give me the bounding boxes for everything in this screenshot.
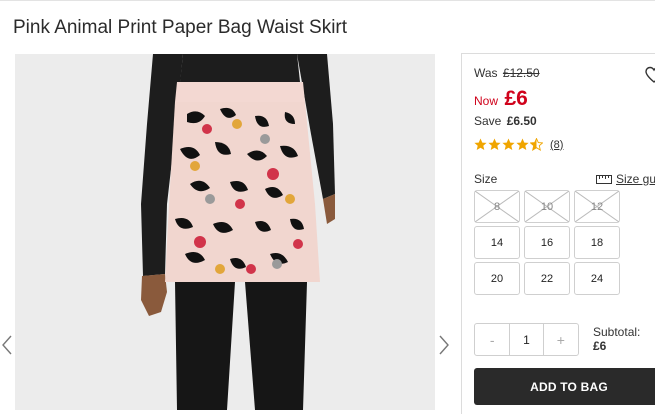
subtotal: Subtotal: £6 — [593, 325, 640, 353]
save-label: Save — [474, 114, 502, 128]
product-title: Pink Animal Print Paper Bag Waist Skirt — [13, 17, 348, 38]
size-option-label: 22 — [540, 272, 554, 285]
save-amount-value: £6.50 — [506, 114, 537, 128]
size-guide-link[interactable]: Size gui — [596, 172, 655, 186]
size-option[interactable]: 14 — [474, 226, 520, 259]
quantity-decrease-button[interactable]: - — [475, 324, 509, 355]
was-price-value: £12.50 — [502, 66, 540, 80]
size-option[interactable]: 18 — [574, 226, 620, 259]
size-option-label: 20 — [490, 272, 504, 285]
size-option-unavailable[interactable]: 12 — [574, 190, 620, 223]
size-option[interactable]: 24 — [574, 262, 620, 295]
now-label: Now — [474, 94, 499, 108]
size-label: Size — [474, 172, 498, 186]
quantity-stepper: - 1 + — [474, 323, 579, 356]
product-image-gallery[interactable] — [15, 54, 435, 410]
size-option-unavailable[interactable]: 8 — [474, 190, 520, 223]
star-icon — [474, 138, 487, 150]
wishlist-button[interactable] — [645, 66, 655, 84]
product-purchase-panel: Was £12.50 Now £6 Save £6.50 (8) Size Si… — [461, 53, 655, 414]
was-label: Was — [474, 66, 498, 80]
star-icon — [502, 138, 515, 150]
size-option-label: 18 — [590, 236, 604, 249]
gallery-next-button[interactable] — [437, 333, 451, 357]
product-image — [15, 54, 435, 410]
size-option[interactable]: 20 — [474, 262, 520, 295]
subtotal-label: Subtotal: — [593, 325, 641, 339]
size-options: 8 10 12 14 16 18 20 22 24 — [474, 190, 624, 295]
review-count-link[interactable]: (8) — [550, 139, 563, 151]
heart-icon — [645, 66, 655, 83]
star-icon — [516, 138, 529, 150]
size-option-label: 10 — [540, 200, 554, 213]
size-option-label: 12 — [590, 200, 604, 213]
add-to-bag-button[interactable]: ADD TO BAG — [474, 368, 655, 405]
gallery-prev-button[interactable] — [0, 333, 14, 357]
ruler-icon — [596, 174, 612, 184]
size-guide-label: Size gui — [616, 172, 655, 186]
size-option-label: 16 — [540, 236, 554, 249]
was-price: Was £12.50 — [474, 66, 540, 80]
subtotal-value: £6 — [593, 339, 607, 353]
chevron-right-icon — [439, 335, 449, 355]
size-option[interactable]: 22 — [524, 262, 570, 295]
quantity-increase-button[interactable]: + — [544, 324, 578, 355]
now-price: Now £6 — [474, 87, 528, 111]
size-option-unavailable[interactable]: 10 — [524, 190, 570, 223]
now-price-value: £6 — [504, 87, 528, 110]
size-option-label: 14 — [490, 236, 504, 249]
size-option-label: 24 — [590, 272, 604, 285]
quantity-value[interactable]: 1 — [509, 324, 544, 355]
size-option[interactable]: 16 — [524, 226, 570, 259]
chevron-left-icon — [2, 335, 12, 355]
save-amount: Save £6.50 — [474, 114, 537, 128]
star-rating[interactable]: (8) — [474, 138, 563, 151]
star-icon — [488, 138, 501, 150]
star-half-icon — [530, 138, 543, 151]
size-option-label: 8 — [493, 200, 501, 213]
top-divider — [0, 0, 655, 1]
